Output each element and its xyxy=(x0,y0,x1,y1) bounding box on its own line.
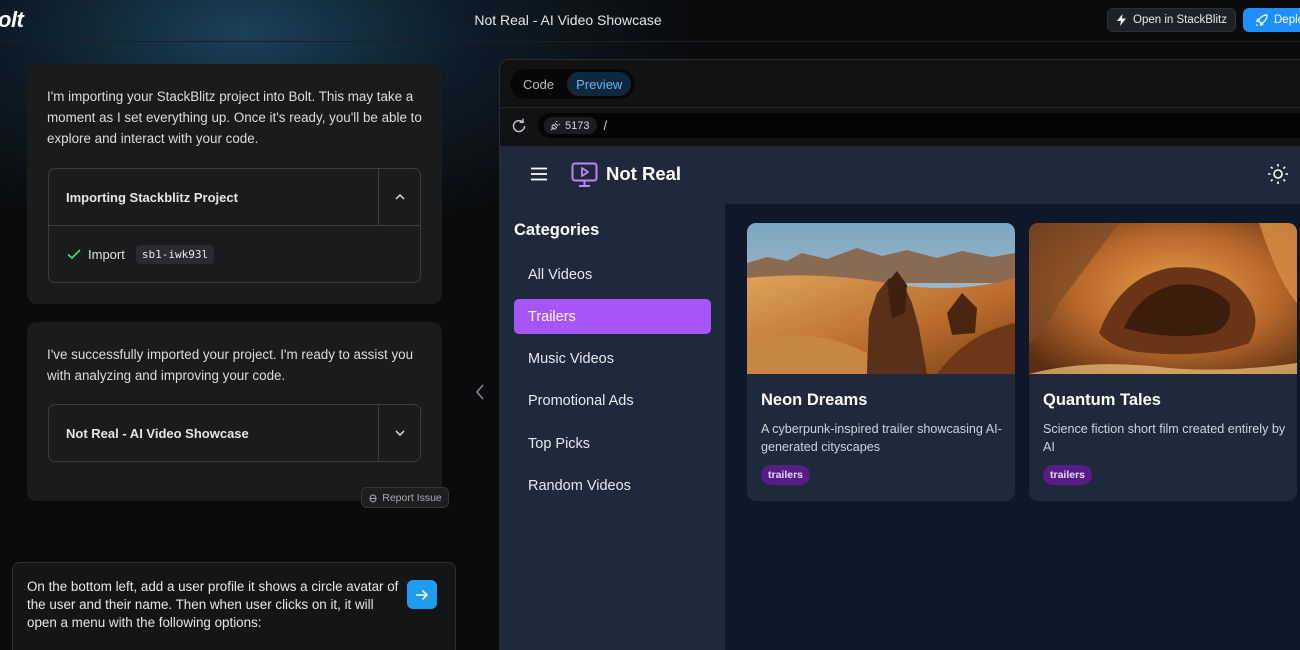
plug-icon xyxy=(550,120,561,131)
category-trailers[interactable]: Trailers xyxy=(514,299,711,334)
deploy-label: Deplo xyxy=(1274,14,1300,26)
port-selector[interactable]: 5173 xyxy=(544,117,598,134)
reload-icon[interactable] xyxy=(510,117,528,135)
category-random-videos[interactable]: Random Videos xyxy=(514,468,711,503)
chevron-down-icon xyxy=(394,430,405,437)
open-in-stackblitz-label: Open in StackBlitz xyxy=(1133,14,1227,26)
category-promotional-ads[interactable]: Promotional Ads xyxy=(514,383,711,418)
artifact-title: Not Real - AI Video Showcase xyxy=(66,425,249,441)
assistant-message-ready: I've successfully imported your project.… xyxy=(27,322,442,501)
app-preview: Not Real Categories All Videos Trailers … xyxy=(500,146,1300,650)
open-in-stackblitz-button[interactable]: Open in StackBlitz xyxy=(1107,8,1236,32)
assistant-message-import: I'm importing your StackBlitz project in… xyxy=(27,64,442,304)
send-button[interactable] xyxy=(407,580,437,609)
arrow-right-icon xyxy=(416,589,429,600)
project-id-chip: sb1-iwk93l xyxy=(135,244,215,264)
artifact-project: Not Real - AI Video Showcase xyxy=(48,404,421,462)
tab-code[interactable]: Code xyxy=(514,72,563,96)
categories-sidebar: Categories All Videos Trailers Music Vid… xyxy=(500,204,725,650)
prompt-text[interactable]: On the bottom left, add a user profile i… xyxy=(27,578,403,632)
sun-icon[interactable] xyxy=(1267,163,1289,185)
video-thumbnail xyxy=(747,223,1015,374)
video-description: A cyberpunk-inspired trailer showcasing … xyxy=(761,422,1002,454)
address-bar[interactable]: 5173 / xyxy=(538,113,1300,138)
bug-icon xyxy=(369,494,377,502)
report-issue-label: Report Issue xyxy=(382,491,442,504)
top-bar: olt Not Real - AI Video Showcase Open in… xyxy=(0,0,1300,42)
deploy-button[interactable]: Deplo xyxy=(1243,8,1300,32)
categories-title: Categories xyxy=(514,221,600,239)
hamburger-icon[interactable] xyxy=(530,167,548,181)
prompt-input[interactable]: On the bottom left, add a user profile i… xyxy=(12,562,456,650)
port-label: 5173 xyxy=(565,119,590,132)
bolt-icon xyxy=(1117,14,1127,26)
expand-artifact-button[interactable] xyxy=(378,405,420,461)
artifact-header[interactable]: Not Real - AI Video Showcase xyxy=(49,405,420,461)
category-music-videos[interactable]: Music Videos xyxy=(514,341,711,376)
report-issue-button[interactable]: Report Issue xyxy=(361,487,449,508)
message-text: I'm importing your StackBlitz project in… xyxy=(47,89,422,146)
check-icon xyxy=(67,249,81,260)
video-title: Quantum Tales xyxy=(1043,391,1161,409)
video-title: Neon Dreams xyxy=(761,391,868,409)
chevron-up-icon xyxy=(394,193,405,200)
url-path[interactable]: / xyxy=(603,118,607,133)
play-screen-icon xyxy=(571,162,598,187)
step-label: Import xyxy=(88,246,125,262)
preview-toolbar: 5173 / xyxy=(500,108,1300,144)
app-header: Not Real xyxy=(500,146,1300,204)
collapse-artifact-button[interactable] xyxy=(378,169,420,225)
category-all-videos[interactable]: All Videos xyxy=(514,257,711,292)
artifact-step: Import sb1-iwk93l xyxy=(49,225,420,282)
video-description: Science fiction short film created entir… xyxy=(1043,422,1286,454)
tab-preview[interactable]: Preview xyxy=(567,72,632,96)
artifact-title: Importing Stackblitz Project xyxy=(66,189,238,205)
artifact-importing-project: Importing Stackblitz Project Import sb1-… xyxy=(48,168,421,283)
view-tabs: Code Preview xyxy=(510,69,636,99)
video-card[interactable]: Neon Dreams A cyberpunk-inspired trailer… xyxy=(747,223,1015,501)
category-top-picks[interactable]: Top Picks xyxy=(514,426,711,461)
video-thumbnail xyxy=(1029,223,1297,374)
video-tag: trailers xyxy=(761,465,811,485)
project-title[interactable]: Not Real - AI Video Showcase xyxy=(0,12,1136,28)
rocket-icon xyxy=(1255,13,1268,26)
app-name[interactable]: Not Real xyxy=(606,163,681,185)
chevron-left-icon[interactable] xyxy=(473,383,487,401)
workbench-panel: Code Preview 5173 / Not Real Categories … xyxy=(499,59,1300,650)
video-card[interactable]: Quantum Tales Science fiction short film… xyxy=(1029,223,1297,501)
message-text: I've successfully imported your project.… xyxy=(47,347,414,383)
artifact-header[interactable]: Importing Stackblitz Project xyxy=(49,169,420,225)
video-tag: trailers xyxy=(1043,465,1093,485)
